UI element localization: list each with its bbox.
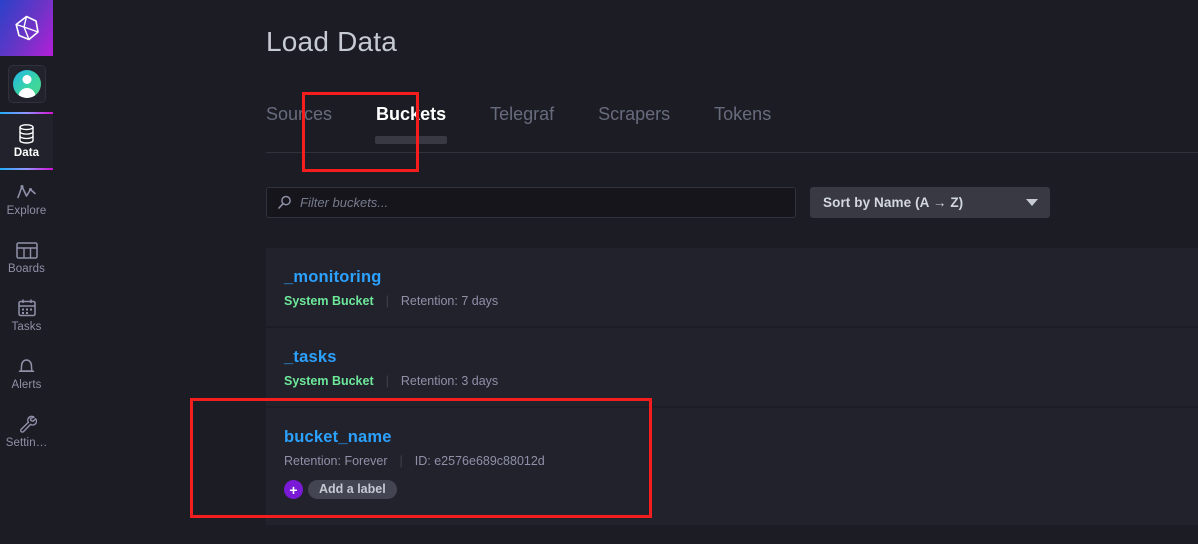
influxdb-load-data-page: Data Explore Boards Tasks Alerts Settin…… <box>0 0 1198 544</box>
tab-label: Scrapers <box>598 104 671 124</box>
sidebar-item-settings[interactable]: Settin… <box>0 402 53 460</box>
system-bucket-badge: System Bucket <box>284 294 374 308</box>
sidebar-item-explore[interactable]: Explore <box>0 170 53 228</box>
chevron-down-icon <box>1026 199 1038 206</box>
filter-toolbar: Filter buckets... Sort by Name (A → Z) <box>266 187 1050 218</box>
page-title: Load Data <box>266 26 398 57</box>
add-label-row: + Add a label <box>284 480 1198 499</box>
tab-label: Buckets <box>376 104 447 124</box>
sidebar-item-boards[interactable]: Boards <box>0 228 53 286</box>
plus-icon[interactable]: + <box>284 480 303 499</box>
tab-scrapers[interactable]: Scrapers <box>576 100 692 152</box>
sort-dropdown[interactable]: Sort by Name (A → Z) <box>810 187 1050 218</box>
bucket-name-link[interactable]: _tasks <box>284 348 337 367</box>
tab-label: Sources <box>266 104 333 124</box>
bucket-list: _monitoring System Bucket | Retention: 7… <box>266 248 1198 527</box>
retention-text: Retention: Forever <box>284 454 388 468</box>
search-input[interactable]: Filter buckets... <box>300 195 388 210</box>
sidebar-item-label: Tasks <box>11 321 42 333</box>
graph-line-icon <box>16 181 37 203</box>
app-logo[interactable] <box>0 0 53 56</box>
sidebar-item-label: Explore <box>6 205 47 217</box>
left-navigation-sidebar: Data Explore Boards Tasks Alerts Settin… <box>0 0 53 544</box>
bucket-card[interactable]: bucket_name Retention: Forever | ID: e25… <box>266 408 1198 527</box>
avatar-body-shape <box>18 88 35 98</box>
database-icon <box>18 123 35 145</box>
sidebar-item-label: Data <box>13 147 40 159</box>
sort-dropdown-label: Sort by Name (A → Z) <box>823 195 964 210</box>
tab-buckets[interactable]: Buckets <box>354 100 468 152</box>
bell-icon <box>17 355 36 377</box>
bucket-name-link[interactable]: _monitoring <box>284 268 382 287</box>
tab-telegraf[interactable]: Telegraf <box>468 100 576 152</box>
search-icon <box>278 195 291 209</box>
dashboard-grid-icon <box>15 239 38 261</box>
sidebar-nav-list: Data Explore Boards Tasks Alerts Settin… <box>0 112 53 460</box>
tab-label: Telegraf <box>490 104 555 124</box>
search-input-wrapper[interactable]: Filter buckets... <box>266 187 796 218</box>
sidebar-item-label: Alerts <box>11 379 42 391</box>
system-bucket-badge: System Bucket <box>284 374 374 388</box>
bucket-meta-row: System Bucket | Retention: 3 days <box>284 374 1198 388</box>
sidebar-item-label: Boards <box>7 263 46 275</box>
bucket-meta-row: Retention: Forever | ID: e2576e689c88012… <box>284 454 1198 468</box>
tab-sources[interactable]: Sources <box>266 100 354 152</box>
tab-tokens[interactable]: Tokens <box>692 100 793 152</box>
avatar-head-shape <box>22 75 31 84</box>
meta-separator: | <box>385 374 389 388</box>
bucket-id-text: ID: e2576e689c88012d <box>414 454 545 468</box>
meta-separator: | <box>399 454 403 468</box>
user-avatar-block[interactable] <box>0 56 53 112</box>
plus-glyph: + <box>289 481 298 498</box>
main-content: Load Data Sources Buckets Telegraf Scrap… <box>53 0 1198 544</box>
retention-text: Retention: 3 days <box>400 374 499 388</box>
bucket-name-link[interactable]: bucket_name <box>284 428 392 447</box>
bucket-card[interactable]: _monitoring System Bucket | Retention: 7… <box>266 248 1198 328</box>
meta-separator: | <box>385 294 389 308</box>
avatar-frame[interactable] <box>7 65 46 103</box>
add-label-button[interactable]: Add a label <box>308 480 397 499</box>
tab-bar: Sources Buckets Telegraf Scrapers Tokens <box>266 100 793 152</box>
bucket-meta-row: System Bucket | Retention: 7 days <box>284 294 1198 308</box>
tab-label: Tokens <box>714 104 772 124</box>
avatar <box>12 70 41 98</box>
sidebar-item-alerts[interactable]: Alerts <box>0 344 53 402</box>
calendar-icon <box>17 297 37 319</box>
retention-text: Retention: 7 days <box>400 294 499 308</box>
sidebar-item-label: Settin… <box>5 437 48 449</box>
bucket-card[interactable]: _tasks System Bucket | Retention: 3 days <box>266 328 1198 408</box>
tab-active-indicator <box>375 136 448 144</box>
sidebar-item-data[interactable]: Data <box>0 112 53 170</box>
sidebar-item-tasks[interactable]: Tasks <box>0 286 53 344</box>
tab-bar-divider <box>266 152 1198 153</box>
wrench-icon <box>17 413 37 435</box>
influxdb-cube-logo-icon <box>14 15 39 41</box>
